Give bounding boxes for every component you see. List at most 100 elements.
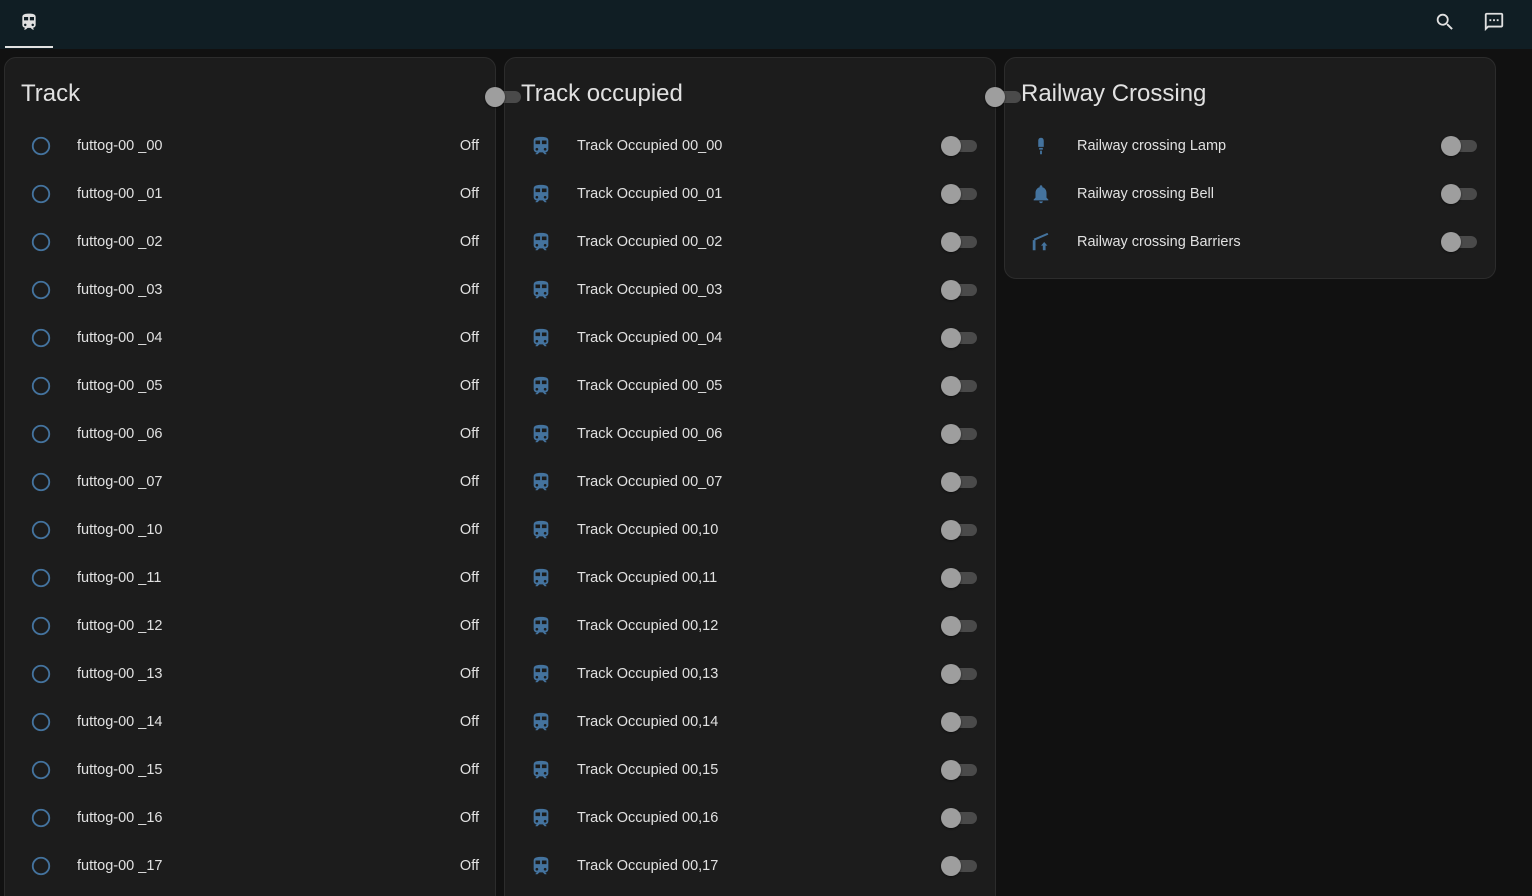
track-row[interactable]: futtog-00 _03 Off	[21, 266, 479, 314]
entity-state: Off	[459, 474, 479, 490]
track-occupied-row[interactable]: Track Occupied 00,10	[521, 506, 979, 554]
circle-outline-icon	[21, 366, 61, 406]
track-row[interactable]: futtog-00 _04 Off	[21, 314, 479, 362]
toggle-switch[interactable]	[941, 711, 979, 733]
track-row[interactable]: futtog-00 _05 Off	[21, 362, 479, 410]
circle-outline-icon	[21, 222, 61, 262]
railway-crossing-row[interactable]: Railway crossing Lamp	[1021, 122, 1479, 170]
circle-outline-icon	[21, 126, 61, 166]
toggle-switch[interactable]	[941, 279, 979, 301]
toggle-switch[interactable]	[941, 471, 979, 493]
railway-crossing-row[interactable]: Railway crossing Barriers	[1021, 218, 1479, 266]
circle-outline-icon	[21, 606, 61, 646]
header-toggle[interactable]	[985, 86, 1023, 108]
entity-name: Track Occupied 00_07	[577, 474, 723, 490]
track-row[interactable]: futtog-00 _13 Off	[21, 650, 479, 698]
entity-state: Off	[459, 378, 479, 394]
toggle-switch[interactable]	[941, 327, 979, 349]
toggle-switch[interactable]	[941, 807, 979, 829]
track-occupied-row[interactable]: Track Occupied 00,15	[521, 746, 979, 794]
entity-name: futtog-00 _05	[77, 378, 163, 394]
track-row[interactable]: futtog-00 _17 Off	[21, 842, 479, 890]
header-toggle[interactable]	[485, 86, 523, 108]
track-occupied-row[interactable]: Track Occupied 00,16	[521, 794, 979, 842]
track-row[interactable]: futtog-00 _16 Off	[21, 794, 479, 842]
toggle-switch[interactable]	[941, 135, 979, 157]
track-row[interactable]: futtog-00 _14 Off	[21, 698, 479, 746]
toggle-switch[interactable]	[941, 759, 979, 781]
train-icon	[521, 414, 561, 454]
circle-outline-icon	[21, 414, 61, 454]
entity-state: Off	[459, 666, 479, 682]
active-tab-indicator	[5, 46, 53, 48]
entity-state: Off	[459, 618, 479, 634]
track-row[interactable]: futtog-00 _07 Off	[21, 458, 479, 506]
track-occupied-row[interactable]: Track Occupied 00,12	[521, 602, 979, 650]
track-occupied-row[interactable]: Track Occupied 00_01	[521, 170, 979, 218]
railway-crossing-row[interactable]: Railway crossing Bell	[1021, 170, 1479, 218]
track-row[interactable]: futtog-00 _12 Off	[21, 602, 479, 650]
entity-state: Off	[459, 330, 479, 346]
track-occupied-row[interactable]: Track Occupied 00_00	[521, 122, 979, 170]
toggle-switch[interactable]	[941, 567, 979, 589]
track-row[interactable]: futtog-00 _06 Off	[21, 410, 479, 458]
track-row[interactable]: futtog-00 _11 Off	[21, 554, 479, 602]
track-card: Track futtog-00 _00 Off futtog-00 _01 Off fu…	[4, 57, 496, 896]
entity-name: Railway crossing Bell	[1077, 186, 1214, 202]
track-occupied-row[interactable]: Track Occupied 00_03	[521, 266, 979, 314]
toggle-switch[interactable]	[941, 615, 979, 637]
search-icon	[1434, 11, 1456, 38]
track-row[interactable]: futtog-00 _00 Off	[21, 122, 479, 170]
track-occupied-row[interactable]: Track Occupied 00_05	[521, 362, 979, 410]
toggle-switch[interactable]	[941, 663, 979, 685]
train-icon	[521, 654, 561, 694]
circle-outline-icon	[21, 510, 61, 550]
entity-name: Track Occupied 00_03	[577, 282, 723, 298]
track-row[interactable]: futtog-00 _01 Off	[21, 170, 479, 218]
entity-name: futtog-00 _02	[77, 234, 163, 250]
track-occupied-row[interactable]: Track Occupied 00,17	[521, 842, 979, 890]
track-occupied-row[interactable]: Track Occupied 00_06	[521, 410, 979, 458]
search-button[interactable]	[1427, 6, 1463, 42]
train-icon	[521, 846, 561, 886]
train-icon	[521, 318, 561, 358]
toggle-switch[interactable]	[941, 375, 979, 397]
entity-name: Track Occupied 00,16	[577, 810, 719, 826]
track-row[interactable]: futtog-00 _02 Off	[21, 218, 479, 266]
circle-outline-icon	[21, 270, 61, 310]
toggle-switch[interactable]	[1441, 183, 1479, 205]
track-occupied-row[interactable]: Track Occupied 00_07	[521, 458, 979, 506]
track-occupied-row[interactable]: Track Occupied 00_02	[521, 218, 979, 266]
track-row[interactable]: futtog-00 _15 Off	[21, 746, 479, 794]
entity-name: futtog-00 _17	[77, 858, 163, 874]
track-occupied-row[interactable]: Track Occupied 00,14	[521, 698, 979, 746]
track-occupied-row[interactable]: Track Occupied 00_04	[521, 314, 979, 362]
circle-outline-icon	[21, 654, 61, 694]
toggle-switch[interactable]	[941, 231, 979, 253]
assist-chat-icon	[1483, 11, 1505, 38]
toggle-switch[interactable]	[941, 183, 979, 205]
lamp-icon	[1021, 126, 1061, 166]
toggle-switch[interactable]	[941, 423, 979, 445]
entity-state: Off	[459, 810, 479, 826]
circle-outline-icon	[21, 462, 61, 502]
track-row[interactable]: futtog-00 _10 Off	[21, 506, 479, 554]
entity-name: futtog-00 _03	[77, 282, 163, 298]
view-tab-train[interactable]	[5, 0, 53, 49]
entity-name: futtog-00 _06	[77, 426, 163, 442]
train-icon	[521, 174, 561, 214]
toggle-switch[interactable]	[941, 519, 979, 541]
assist-button[interactable]	[1476, 6, 1512, 42]
track-occupied-row[interactable]: Track Occupied 00,13	[521, 650, 979, 698]
toggle-switch[interactable]	[941, 855, 979, 877]
entity-name: futtog-00 _16	[77, 810, 163, 826]
entity-name: Track Occupied 00,11	[577, 570, 718, 586]
track-occupied-row[interactable]: Track Occupied 00,11	[521, 554, 979, 602]
entity-state: Off	[459, 234, 479, 250]
top-app-bar	[0, 0, 1532, 49]
entity-name: Track Occupied 00_05	[577, 378, 723, 394]
entity-name: Track Occupied 00_04	[577, 330, 723, 346]
toggle-switch[interactable]	[1441, 231, 1479, 253]
toggle-switch[interactable]	[1441, 135, 1479, 157]
entity-state: Off	[459, 714, 479, 730]
